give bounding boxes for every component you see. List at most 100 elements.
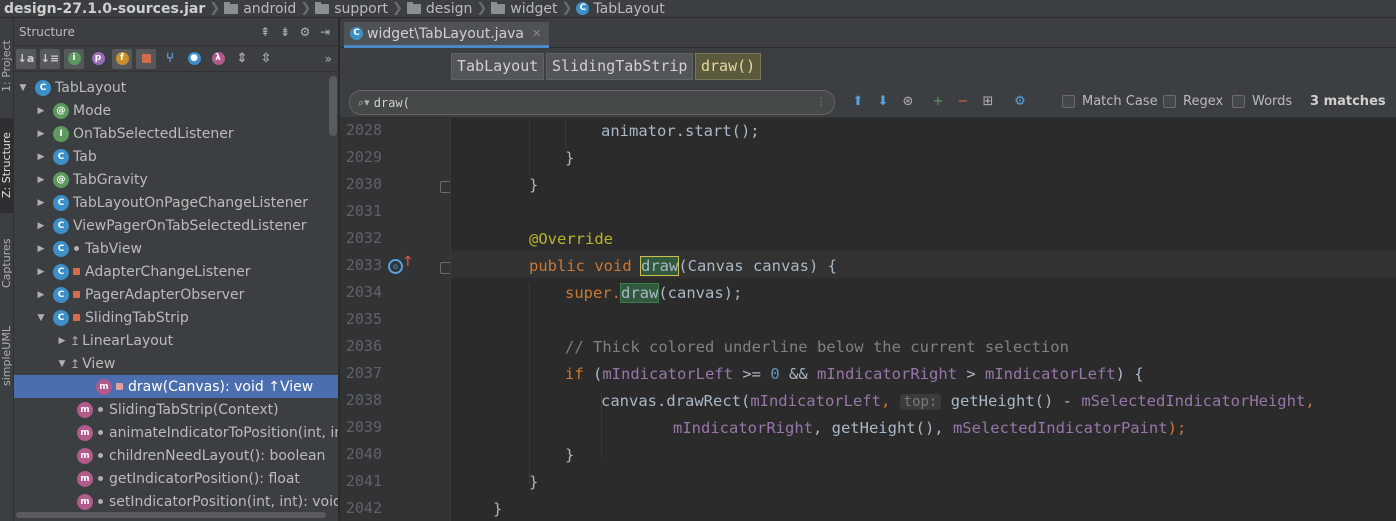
breadcrumb-tablayout[interactable]: C TabLayout [576, 0, 665, 17]
next-occurrence-icon[interactable]: ⬇ [875, 94, 891, 110]
search-history-icon[interactable]: ⋮ [816, 97, 826, 108]
checkbox-label: Words [1252, 94, 1293, 109]
line-number: 2035 [345, 310, 382, 328]
regex-checkbox[interactable]: Regex [1163, 94, 1223, 109]
line-number: 2037 [345, 364, 382, 382]
breadcrumb-jar[interactable]: design-27.1.0-sources.jar [0, 0, 205, 17]
breadcrumb-support[interactable]: support [315, 0, 388, 17]
checkbox-box[interactable] [1163, 95, 1176, 108]
close-icon[interactable]: ✕ [532, 27, 541, 40]
chip-slidingtabstrip[interactable]: SlidingTabStrip [546, 53, 694, 80]
code-text: > [956, 365, 985, 383]
code-text: (Canvas canvas) { [678, 257, 837, 275]
tree-item-setindicatorposition[interactable]: m setIndicatorPosition(int, int): void [14, 490, 338, 513]
chevron-right-icon[interactable]: ▶ [35, 198, 47, 208]
tree-item-adapterchangelistener[interactable]: ▶ C AdapterChangeListener [14, 260, 338, 283]
show-fields-button[interactable]: f [112, 48, 132, 69]
sort-visibility-button[interactable]: ↓≡ [40, 48, 60, 69]
chevron-right-icon[interactable]: ▶ [35, 106, 47, 116]
autoscroll-from-source-button[interactable]: ⇳ [256, 49, 276, 69]
select-all-occurrences-icon[interactable]: ⊞ [980, 94, 996, 110]
editor-tab-tablayout-java[interactable]: C widget\TabLayout.java ✕ [344, 22, 550, 48]
tree-item-viewpagerontabselectedlistener[interactable]: ▶ C ViewPagerOnTabSelectedListener [14, 214, 338, 237]
chevron-down-icon[interactable]: ▼ [17, 83, 29, 93]
words-checkbox[interactable]: Words [1232, 94, 1292, 109]
line-number: 2038 [345, 391, 382, 409]
tree-item-animateindicatortoposition[interactable]: m animateIndicatorToPosition(int, in [14, 421, 338, 444]
find-search-box[interactable]: ⌕▾ ⋮ [349, 90, 835, 115]
show-non-public-button[interactable] [136, 48, 156, 69]
tree-item-linearlayout[interactable]: ▶ ↥ LinearLayout [14, 329, 338, 352]
show-lambda-button[interactable]: λ [208, 49, 228, 69]
more-icon[interactable]: » [325, 52, 332, 66]
structure-toolbar: ↓a ↓≡ i p f ⑂ ● λ ⇕ ⇳ » [14, 46, 338, 72]
code-line: super.draw(canvas); [565, 280, 742, 307]
chevron-right-icon[interactable]: ▶ [35, 129, 47, 139]
tree-item-slidingtabstrip[interactable]: ▼ C SlidingTabStrip [14, 306, 338, 329]
tree-item-ontabselectedlistener[interactable]: ▶ I OnTabSelectedListener [14, 122, 338, 145]
override-arrow-icon[interactable]: ↑ [402, 254, 414, 270]
tree-item-tabview[interactable]: ▶ C TabView [14, 237, 338, 260]
code-editor[interactable]: animator.start(); } } @Override public v… [450, 118, 1396, 521]
checkbox-box[interactable] [1062, 95, 1075, 108]
add-occurrence-icon[interactable]: + [930, 94, 946, 110]
filter-settings-icon[interactable]: ⚙ [1012, 94, 1028, 110]
tree-item-tabgravity[interactable]: ▶ @ TabGravity [14, 168, 338, 191]
expand-all-icon[interactable]: ⇞ [258, 25, 272, 39]
chevron-right-icon[interactable]: ▶ [35, 244, 47, 254]
overrides-method-icon[interactable]: o [388, 259, 403, 274]
line-number: 2041 [345, 472, 382, 490]
sort-alpha-button[interactable]: ↓a [16, 48, 36, 69]
code-text: >= [733, 365, 771, 383]
collapse-all-icon[interactable]: ⇟ [278, 25, 292, 39]
search-icon[interactable]: ⌕▾ [358, 96, 370, 110]
tree-item-tablayoutonpagechangelistener[interactable]: ▶ C TabLayoutOnPageChangeListener [14, 191, 338, 214]
chevron-right-icon[interactable]: ▶ [35, 152, 47, 162]
show-properties-button[interactable]: p [88, 49, 108, 69]
breadcrumb-widget[interactable]: widget [491, 0, 557, 17]
tree-item-mode[interactable]: ▶ @ Mode [14, 99, 338, 122]
previous-occurrence-icon[interactable]: ⬆ [850, 94, 866, 110]
show-lambdas-button[interactable]: ● [184, 49, 204, 69]
autoscroll-to-source-button[interactable]: ⇕ [232, 49, 252, 69]
match-case-checkbox[interactable]: Match Case [1062, 94, 1158, 109]
tree-item-draw-method[interactable]: m draw(Canvas): void ↑View [14, 375, 338, 398]
captures-tool-tab[interactable]: Captures [0, 226, 14, 301]
chevron-right-icon[interactable]: ▶ [35, 290, 47, 300]
find-all-icon[interactable]: ⊛ [900, 94, 916, 110]
chip-draw[interactable]: draw() [695, 53, 762, 80]
keyword-text: public void [529, 257, 641, 275]
breadcrumb-android[interactable]: android [224, 0, 296, 17]
find-bar: ⌕▾ ⋮ ⬆ ⬇ ⊛ + − ⊞ ⚙ Match Case Regex Word… [340, 86, 1396, 118]
structure-tool-tab[interactable]: Z: Structure [0, 118, 14, 213]
chip-tablayout[interactable]: TabLayout [451, 53, 545, 80]
chevron-right-icon[interactable]: ▶ [35, 175, 47, 185]
find-input[interactable] [373, 95, 814, 110]
code-text: canvas.drawRect( [601, 392, 751, 410]
show-inherited-button[interactable]: i [64, 48, 84, 69]
tree-item-constructor[interactable]: m SlidingTabStrip(Context) [14, 398, 338, 421]
chevron-right-icon[interactable]: ▶ [56, 336, 68, 346]
chevron-right-icon[interactable]: ▶ [35, 267, 47, 277]
tree-item-tablayout[interactable]: ▼ C TabLayout [14, 76, 338, 99]
show-anonymous-button[interactable]: ⑂ [160, 49, 180, 69]
hide-icon[interactable]: ⇥ [318, 25, 332, 39]
chevron-down-icon[interactable]: ▼ [56, 359, 68, 369]
project-tool-tab[interactable]: 1: Project [0, 26, 14, 106]
chevron-down-icon[interactable]: ▼ [35, 313, 47, 323]
tree-item-tab[interactable]: ▶ C Tab [14, 145, 338, 168]
tree-item-view[interactable]: ▼ ↥ View [14, 352, 338, 375]
remove-occurrence-icon[interactable]: − [955, 94, 971, 110]
vertical-scrollbar[interactable] [329, 76, 337, 136]
tree-item-pageradapterobserver[interactable]: ▶ C PagerAdapterObserver [14, 283, 338, 306]
simpleuml-tool-tab[interactable]: simpleUML [0, 316, 14, 396]
scrollbar-thumb[interactable] [16, 512, 326, 518]
tree-item-childrenneedlayout[interactable]: m childrenNeedLayout(): boolean [14, 444, 338, 467]
breadcrumb-design[interactable]: design [406, 0, 472, 17]
tree-item-getindicatorposition[interactable]: m getIndicatorPosition(): float [14, 467, 338, 490]
horizontal-scrollbar[interactable] [14, 511, 338, 519]
keyword-text: super. [565, 284, 621, 302]
chevron-right-icon[interactable]: ▶ [35, 221, 47, 231]
checkbox-box[interactable] [1232, 95, 1245, 108]
settings-icon[interactable]: ⚙ [298, 25, 312, 39]
